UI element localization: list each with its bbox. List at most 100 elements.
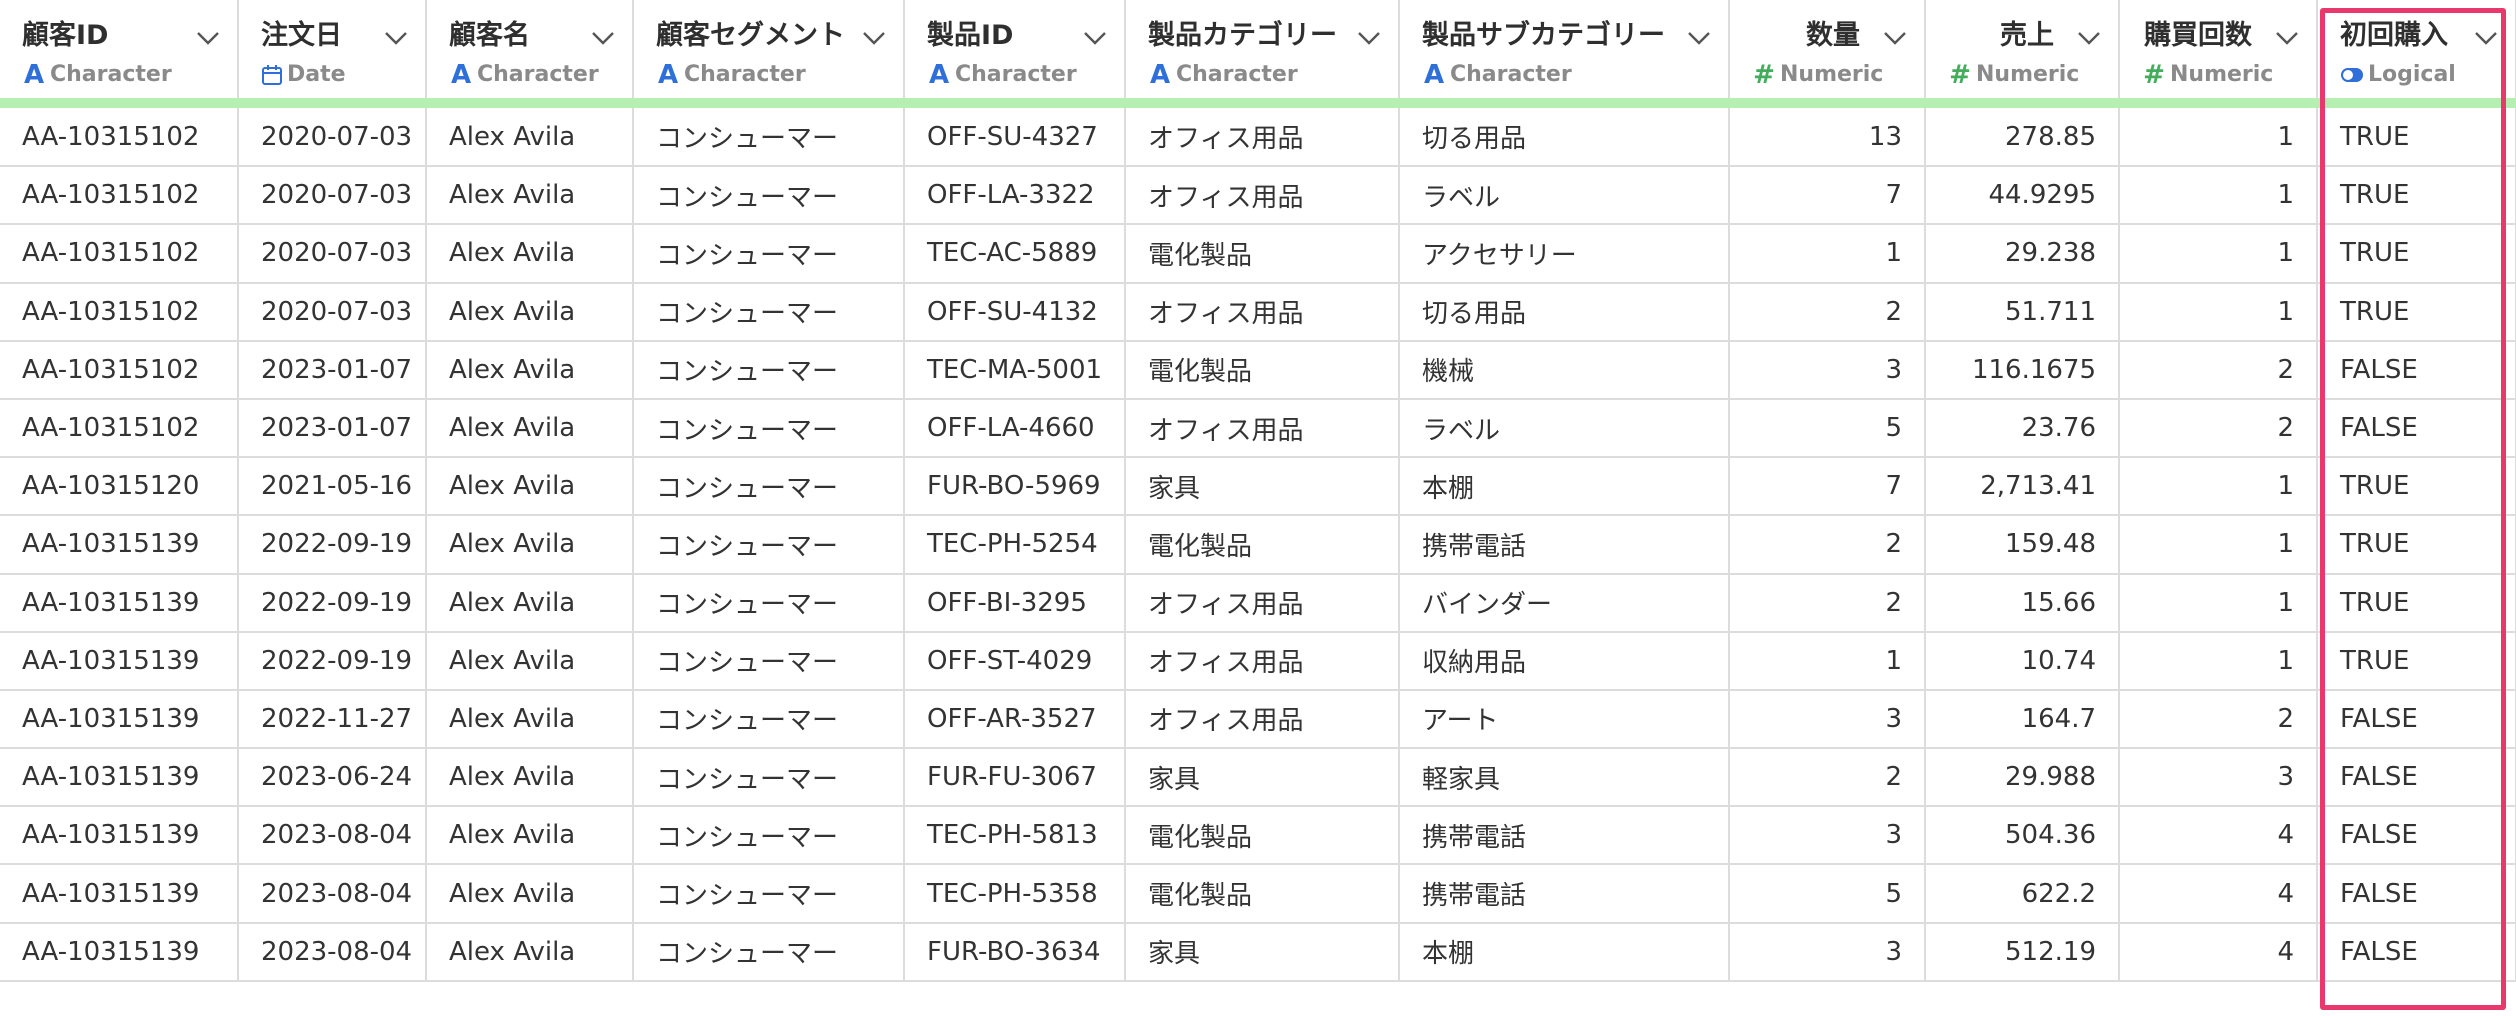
table-row[interactable]: AA-10315139 2022-09-19 Alex Avila コンシューマー TE… (0, 515, 2516, 575)
table-cell[interactable]: 2 (2119, 689, 2318, 750)
table-cell[interactable]: AA-10315102 (0, 398, 239, 459)
table-cell[interactable]: 2,713.41 (1925, 457, 2120, 517)
table-cell[interactable]: 13 (1729, 108, 1926, 168)
table-cell[interactable]: オフィス用品 (1125, 631, 1400, 691)
column-header[interactable]: 売上 # Numeric (1925, 0, 2120, 98)
table-cell[interactable]: TRUE (2317, 166, 2516, 226)
table-cell[interactable]: OFF-ST-4029 (904, 631, 1126, 691)
table-cell[interactable]: Alex Avila (426, 398, 634, 459)
table-cell[interactable]: コンシューマー (633, 806, 905, 866)
table-cell[interactable]: OFF-LA-4660 (904, 398, 1126, 459)
table-cell[interactable]: 1 (2119, 282, 2318, 342)
table-cell[interactable]: AA-10315139 (0, 689, 239, 750)
table-cell[interactable]: 電化製品 (1125, 340, 1400, 400)
table-cell[interactable]: 2020-07-03 (238, 108, 427, 168)
table-cell[interactable]: 2 (2119, 340, 2318, 400)
table-cell[interactable]: AA-10315102 (0, 282, 239, 342)
table-cell[interactable]: Alex Avila (426, 515, 634, 575)
table-cell[interactable]: FUR-BO-3634 (904, 922, 1126, 982)
table-cell[interactable]: 携帯電話 (1399, 515, 1730, 575)
table-cell[interactable]: FALSE (2317, 398, 2516, 459)
table-cell[interactable]: 5 (1729, 398, 1926, 459)
table-cell[interactable]: オフィス用品 (1125, 282, 1400, 342)
table-cell[interactable]: AA-10315139 (0, 515, 239, 575)
table-cell[interactable]: 2021-05-16 (238, 457, 427, 517)
table-cell[interactable]: 電化製品 (1125, 864, 1400, 924)
table-cell[interactable]: 2023-06-24 (238, 748, 427, 808)
table-cell[interactable]: 512.19 (1925, 922, 2120, 982)
table-cell[interactable]: コンシューマー (633, 398, 905, 459)
table-cell[interactable]: 軽家具 (1399, 748, 1730, 808)
table-row[interactable]: AA-10315102 2020-07-03 Alex Avila コンシューマー OF… (0, 282, 2516, 342)
table-cell[interactable]: コンシューマー (633, 922, 905, 982)
table-row[interactable]: AA-10315139 2023-06-24 Alex Avila コンシューマー FU… (0, 748, 2516, 808)
table-cell[interactable]: AA-10315139 (0, 806, 239, 866)
table-cell[interactable]: 29.988 (1925, 748, 2120, 808)
table-row[interactable]: AA-10315102 2020-07-03 Alex Avila コンシューマー OF… (0, 108, 2516, 168)
table-cell[interactable]: 1 (2119, 166, 2318, 226)
table-cell[interactable]: 電化製品 (1125, 515, 1400, 575)
table-cell[interactable]: FUR-FU-3067 (904, 748, 1126, 808)
chevron-down-icon[interactable] (2076, 30, 2102, 46)
table-cell[interactable]: AA-10315139 (0, 922, 239, 982)
table-cell[interactable]: 家具 (1125, 922, 1400, 982)
table-cell[interactable]: 携帯電話 (1399, 864, 1730, 924)
table-cell[interactable]: FALSE (2317, 922, 2516, 982)
column-header[interactable]: 製品カテゴリー A Character (1125, 0, 1400, 98)
table-cell[interactable]: 116.1675 (1925, 340, 2120, 400)
table-cell[interactable]: アクセサリー (1399, 224, 1730, 284)
table-cell[interactable]: OFF-SU-4132 (904, 282, 1126, 342)
table-cell[interactable]: 159.48 (1925, 515, 2120, 575)
table-cell[interactable]: 収納用品 (1399, 631, 1730, 691)
column-header[interactable]: 購買回数 # Numeric (2119, 0, 2318, 98)
chevron-down-icon[interactable] (1082, 30, 1108, 46)
table-cell[interactable]: ラベル (1399, 398, 1730, 459)
table-cell[interactable]: 2020-07-03 (238, 224, 427, 284)
table-cell[interactable]: 3 (1729, 340, 1926, 400)
table-cell[interactable]: Alex Avila (426, 457, 634, 517)
table-cell[interactable]: Alex Avila (426, 806, 634, 866)
table-row[interactable]: AA-10315102 2020-07-03 Alex Avila コンシューマー OF… (0, 166, 2516, 226)
column-header[interactable]: 顧客セグメント A Character (633, 0, 905, 98)
table-cell[interactable]: 278.85 (1925, 108, 2120, 168)
table-cell[interactable]: FUR-BO-5969 (904, 457, 1126, 517)
table-cell[interactable]: 164.7 (1925, 689, 2120, 750)
table-cell[interactable]: FALSE (2317, 748, 2516, 808)
table-cell[interactable]: コンシューマー (633, 631, 905, 691)
table-cell[interactable]: コンシューマー (633, 864, 905, 924)
chevron-down-icon[interactable] (1686, 30, 1712, 46)
table-cell[interactable]: 1 (2119, 515, 2318, 575)
table-cell[interactable]: 2 (1729, 515, 1926, 575)
table-cell[interactable]: FALSE (2317, 689, 2516, 750)
table-cell[interactable]: コンシューマー (633, 689, 905, 750)
table-cell[interactable]: 10.74 (1925, 631, 2120, 691)
table-cell[interactable]: FALSE (2317, 864, 2516, 924)
table-cell[interactable]: 切る用品 (1399, 282, 1730, 342)
table-cell[interactable]: ラベル (1399, 166, 1730, 226)
table-cell[interactable]: TRUE (2317, 224, 2516, 284)
table-cell[interactable]: TEC-PH-5358 (904, 864, 1126, 924)
table-cell[interactable]: 2023-08-04 (238, 806, 427, 866)
table-cell[interactable]: Alex Avila (426, 282, 634, 342)
table-cell[interactable]: TRUE (2317, 631, 2516, 691)
table-row[interactable]: AA-10315120 2021-05-16 Alex Avila コンシューマー FU… (0, 457, 2516, 517)
table-cell[interactable]: AA-10315139 (0, 573, 239, 633)
table-cell[interactable]: コンシューマー (633, 340, 905, 400)
table-cell[interactable]: Alex Avila (426, 573, 634, 633)
table-cell[interactable]: 2022-11-27 (238, 689, 427, 750)
table-cell[interactable]: 3 (1729, 922, 1926, 982)
table-cell[interactable]: コンシューマー (633, 457, 905, 517)
table-cell[interactable]: オフィス用品 (1125, 573, 1400, 633)
table-cell[interactable]: OFF-LA-3322 (904, 166, 1126, 226)
table-cell[interactable]: 4 (2119, 922, 2318, 982)
table-cell[interactable]: 4 (2119, 864, 2318, 924)
table-cell[interactable]: コンシューマー (633, 282, 905, 342)
chevron-down-icon[interactable] (1882, 30, 1908, 46)
table-cell[interactable]: AA-10315102 (0, 224, 239, 284)
table-cell[interactable]: オフィス用品 (1125, 166, 1400, 226)
table-cell[interactable]: 2022-09-19 (238, 631, 427, 691)
table-cell[interactable]: AA-10315139 (0, 748, 239, 808)
table-cell[interactable]: コンシューマー (633, 748, 905, 808)
table-cell[interactable]: AA-10315139 (0, 631, 239, 691)
table-cell[interactable]: オフィス用品 (1125, 689, 1400, 750)
